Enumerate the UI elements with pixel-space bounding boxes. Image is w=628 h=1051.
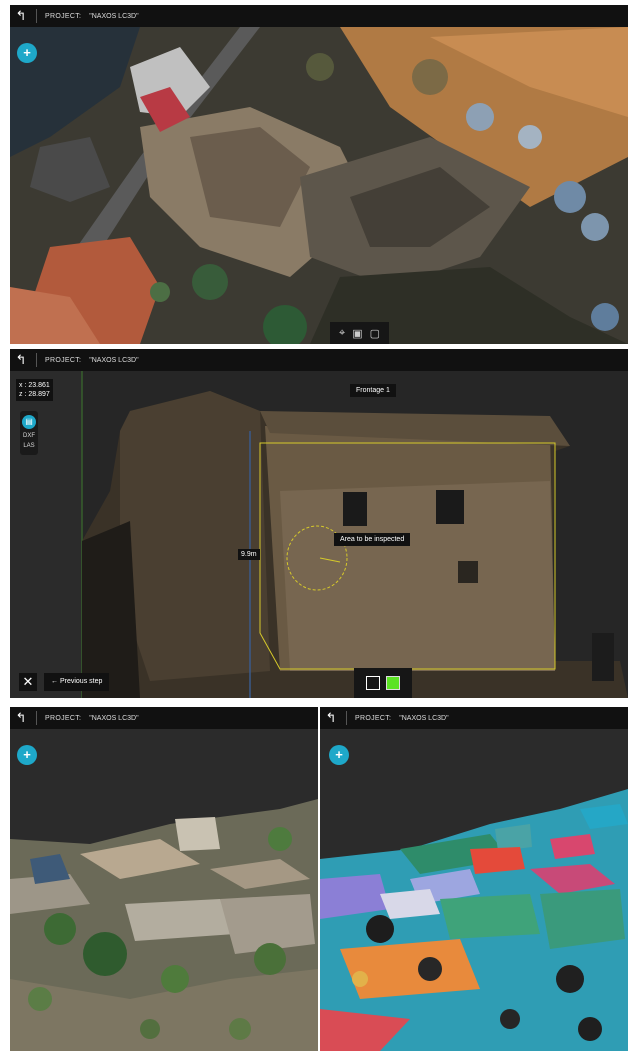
viewer-panel-2: ↰ PROJECT: "NAXOS LC3D" x : 23.861 z : 2…	[10, 349, 628, 698]
top-bar: ↰ PROJECT: "NAXOS LC3D"	[10, 707, 318, 729]
view-toolbar: ⌖ ▣ ▢	[330, 322, 390, 344]
arrow-left-icon: ←	[51, 678, 58, 685]
segmented-point-cloud-scene[interactable]	[320, 729, 628, 1051]
view-mode-toggle	[354, 668, 412, 698]
viewer-panel-1: ↰ PROJECT: "NAXOS LC3D" + ⌖ ▣ ▢	[10, 5, 628, 344]
wireframe-cube-icon[interactable]	[366, 676, 380, 690]
coordinate-readout: x : 23.861 z : 28.897	[16, 379, 53, 401]
frontage-tag: Frontage 1	[350, 384, 396, 397]
previous-step-button[interactable]: ← Previous step	[44, 673, 110, 691]
target-icon[interactable]: ⌖	[339, 327, 345, 340]
top-bar: ↰ PROJECT: "NAXOS LC3D"	[10, 349, 628, 371]
project-name: "NAXOS LC3D"	[89, 714, 139, 722]
divider	[36, 711, 37, 725]
divider	[346, 711, 347, 725]
cube-view-icon[interactable]: ▣	[352, 327, 362, 340]
facade-point-cloud	[10, 371, 628, 698]
divider	[36, 353, 37, 367]
elevation-scene[interactable]	[10, 371, 628, 698]
add-button[interactable]: +	[17, 43, 37, 63]
segmented-point-cloud	[320, 729, 628, 1051]
back-arrow-icon[interactable]: ↰	[320, 707, 342, 729]
plan-view-icon[interactable]: ▢	[370, 327, 380, 340]
solid-cube-icon[interactable]	[386, 676, 400, 690]
back-arrow-icon[interactable]: ↰	[10, 349, 32, 371]
point-cloud-scene[interactable]	[10, 27, 628, 344]
divider	[36, 9, 37, 23]
top-bar: ↰ PROJECT: "NAXOS LC3D"	[10, 5, 628, 27]
measurement-tag: 9.9m	[238, 549, 260, 560]
previous-step-label: Previous step	[59, 678, 103, 685]
aerial-point-cloud	[10, 27, 628, 344]
project-label: PROJECT:	[45, 714, 82, 722]
annotation-tag[interactable]: Area to be inspected	[334, 533, 411, 546]
project-label: PROJECT:	[45, 12, 82, 20]
dxf-export[interactable]: DXF	[23, 433, 35, 439]
project-name: "NAXOS LC3D"	[89, 356, 139, 364]
viewer-panel-3: ↰ PROJECT: "NAXOS LC3D" +	[10, 707, 318, 1051]
rgb-point-cloud	[10, 729, 318, 1051]
project-name: "NAXOS LC3D"	[399, 714, 449, 722]
x-coordinate: x : 23.861	[19, 382, 50, 389]
add-button[interactable]: +	[17, 745, 37, 765]
project-label: PROJECT:	[45, 356, 82, 364]
rgb-point-cloud-scene[interactable]	[10, 729, 318, 1051]
export-toolbar: ▤ DXF LAS	[20, 411, 38, 455]
back-arrow-icon[interactable]: ↰	[10, 707, 32, 729]
viewer-panel-4: ↰ PROJECT: "NAXOS LC3D" +	[320, 707, 628, 1051]
close-button[interactable]: ✕	[19, 673, 37, 691]
top-bar: ↰ PROJECT: "NAXOS LC3D"	[320, 707, 628, 729]
back-arrow-icon[interactable]: ↰	[10, 5, 32, 27]
document-icon[interactable]: ▤	[22, 415, 36, 429]
project-name: "NAXOS LC3D"	[89, 12, 139, 20]
las-export[interactable]: LAS	[23, 443, 34, 449]
z-coordinate: z : 28.897	[19, 391, 50, 398]
add-button[interactable]: +	[329, 745, 349, 765]
project-label: PROJECT:	[355, 714, 392, 722]
